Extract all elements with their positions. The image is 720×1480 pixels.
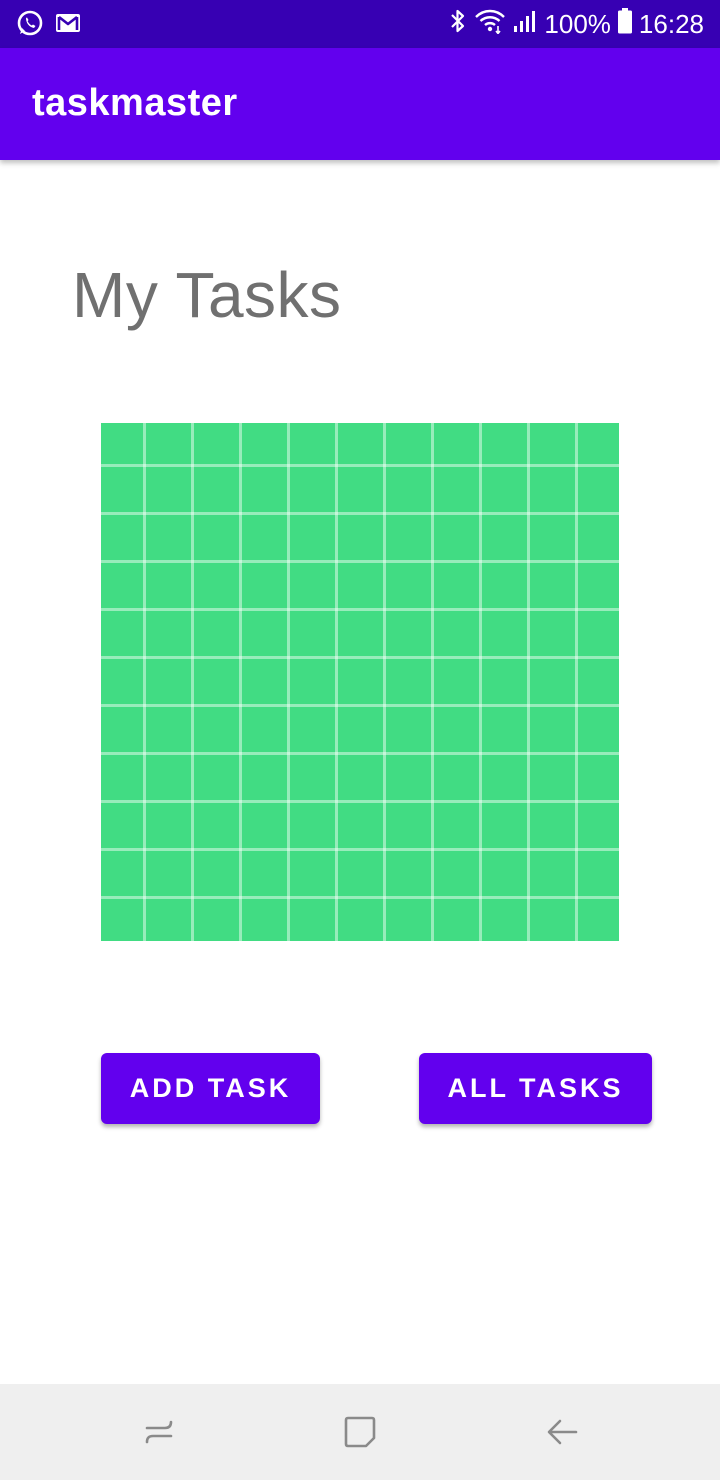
whatsapp-icon [16,9,44,42]
battery-text: 100% [544,8,611,39]
green-grid-image [101,423,619,941]
clock: 16:28 [638,8,704,39]
wifi-icon [474,8,506,41]
notification-icons [16,9,82,42]
add-task-button[interactable]: ADD TASK [101,1053,320,1124]
battery-icon [617,7,633,42]
app-bar: taskmaster [0,48,720,160]
back-icon[interactable] [538,1408,586,1456]
status-bar: 100% 16:28 [0,0,720,48]
bluetooth-icon [448,8,468,41]
signal-icon [512,8,538,41]
home-icon[interactable] [336,1408,384,1456]
recent-apps-icon[interactable] [135,1408,183,1456]
page-title: My Tasks [72,259,342,331]
navigation-bar [0,1384,720,1480]
gmail-icon [54,9,82,42]
app-title: taskmaster [32,82,238,124]
system-status: 100% 16:28 [448,0,704,48]
all-tasks-button[interactable]: ALL TASKS [419,1053,652,1124]
